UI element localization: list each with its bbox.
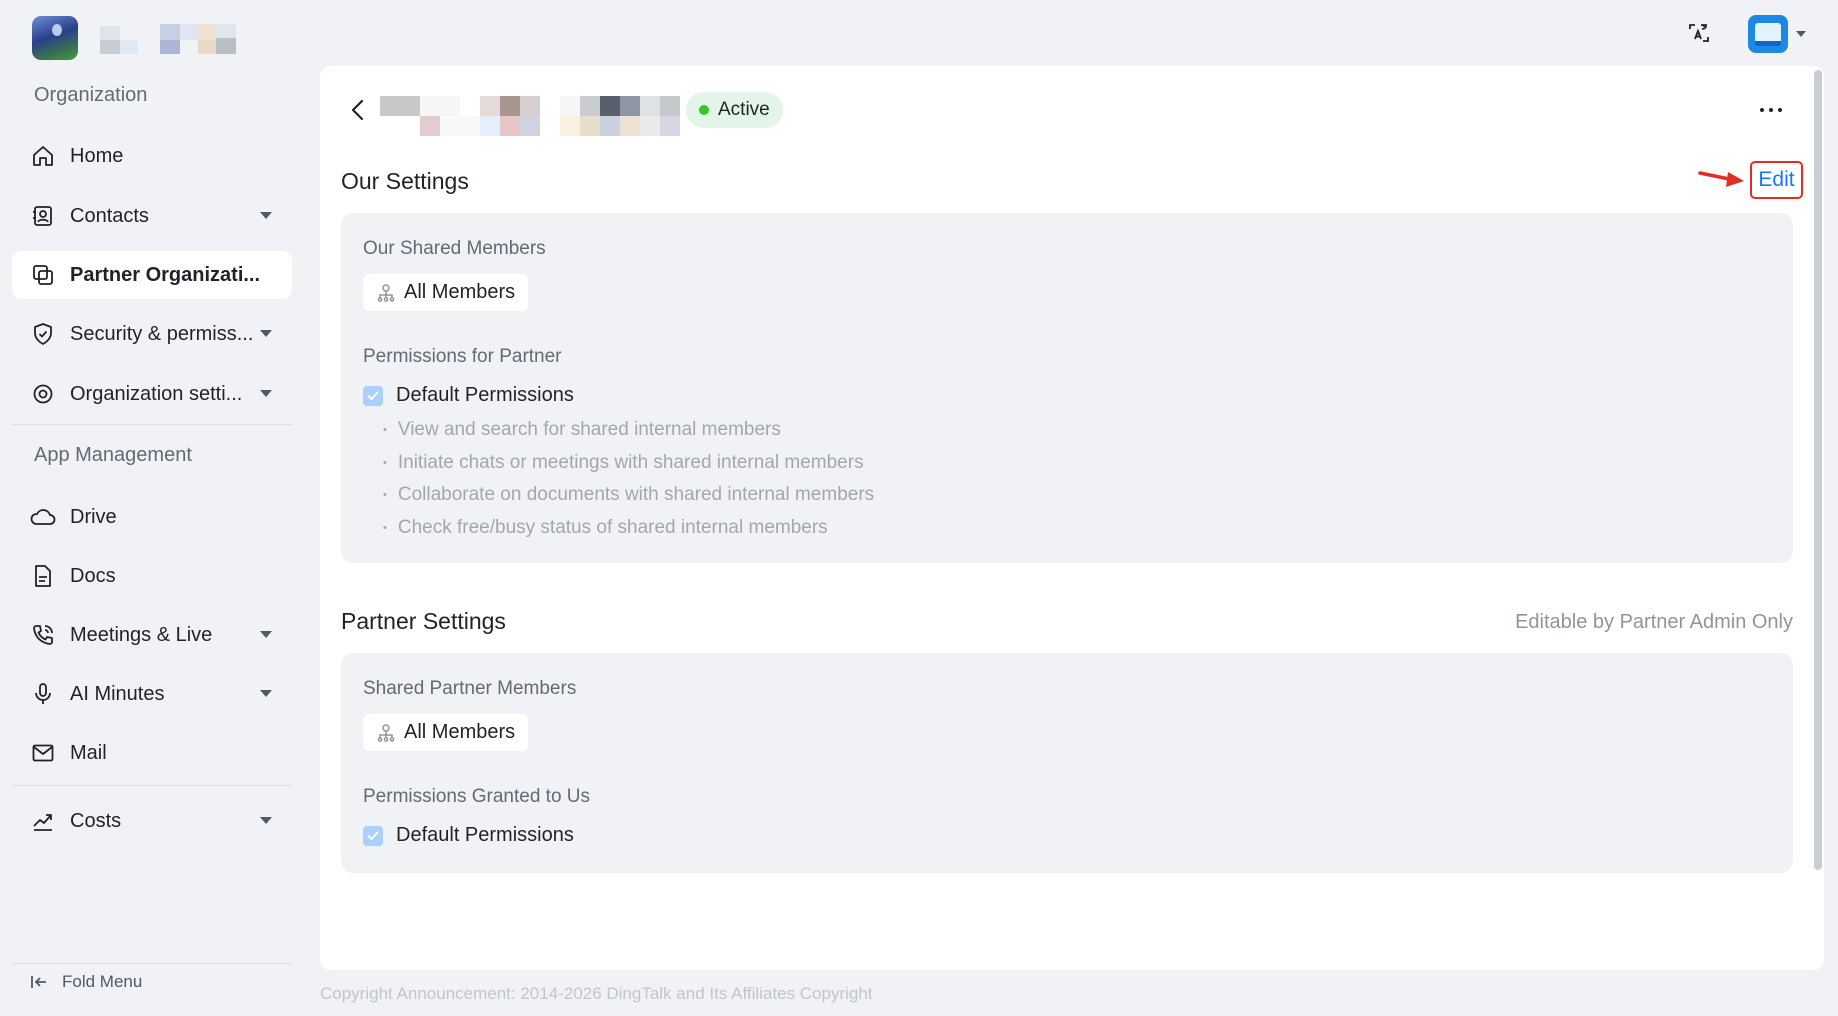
sidebar-item-partner-organizations[interactable]: Partner Organizati... [12, 251, 292, 299]
sidebar-item-organization-settings[interactable]: Organization setti... [12, 370, 292, 418]
translate-icon [1689, 24, 1709, 42]
home-icon [30, 143, 56, 169]
chevron-down-icon[interactable] [260, 390, 272, 397]
permission-item: Check free/busy status of shared interna… [383, 512, 874, 545]
chevron-down-icon[interactable] [260, 817, 272, 824]
sidebar-item-home[interactable]: Home [12, 132, 292, 180]
contacts-icon [30, 203, 56, 229]
partner-org-icon [30, 262, 56, 288]
sidebar-item-docs[interactable]: Docs [12, 552, 292, 600]
shared-partner-members-chip[interactable]: All Members [363, 714, 529, 751]
sidebar-item-label: Contacts [70, 204, 149, 227]
copyright-footer: Copyright Announcement: 2014-2026 DingTa… [320, 984, 873, 1003]
more-options-button[interactable] [1756, 98, 1786, 122]
avatar [1748, 15, 1788, 53]
status-label: Active [718, 99, 770, 120]
shared-partner-members-label: Shared Partner Members [363, 678, 577, 699]
user-avatar-menu[interactable] [1748, 14, 1818, 54]
sidebar-item-label: Meetings & Live [70, 623, 213, 646]
cloud-icon [30, 504, 56, 530]
sidebar-item-contacts[interactable]: Contacts [12, 192, 292, 240]
sidebar-item-label: Home [70, 144, 124, 167]
chevron-down-icon[interactable] [260, 212, 272, 219]
sidebar-section-app-management: App Management [34, 444, 192, 466]
partner-id-redacted [560, 96, 680, 136]
sidebar-divider [12, 963, 292, 964]
default-permissions-checkbox[interactable] [363, 385, 383, 406]
mail-icon [30, 740, 56, 766]
sidebar-item-drive[interactable]: Drive [12, 493, 292, 541]
partner-name-redacted [380, 96, 540, 136]
edit-button[interactable]: Edit [1750, 161, 1803, 199]
status-badge: Active [686, 92, 783, 128]
more-icon [1760, 108, 1764, 112]
granted-default-permissions-row: Default Permissions [363, 824, 574, 847]
org-members-icon [377, 283, 395, 302]
scrollbar[interactable] [1814, 70, 1822, 870]
collapse-icon [31, 976, 46, 988]
permissions-granted-label: Permissions Granted to Us [363, 786, 591, 807]
sidebar-item-label: Drive [70, 505, 117, 528]
sidebar-item-label: AI Minutes [70, 682, 165, 705]
sidebar-item-mail[interactable]: Mail [12, 729, 292, 777]
check-icon [367, 391, 379, 400]
chevron-down-icon [1796, 31, 1806, 37]
top-bar [0, 0, 1838, 70]
edit-label: Edit [1758, 168, 1795, 191]
default-permissions-row: Default Permissions [363, 384, 574, 407]
permission-item: Initiate chats or meetings with shared i… [383, 447, 874, 480]
sidebar-item-meetings-live[interactable]: Meetings & Live [12, 611, 292, 659]
sidebar-item-label: Security & permiss... [70, 322, 254, 345]
chevron-left-icon [351, 99, 364, 121]
sidebar-item-ai-minutes[interactable]: AI Minutes [12, 670, 292, 718]
fold-menu-label: Fold Menu [62, 972, 143, 991]
check-icon [367, 831, 379, 840]
permission-item: View and search for shared internal memb… [383, 414, 874, 447]
shared-partner-members-value: All Members [404, 721, 516, 743]
sidebar-item-label: Docs [70, 564, 116, 587]
trend-icon [30, 808, 56, 834]
our-shared-members-value: All Members [404, 281, 516, 303]
chevron-down-icon[interactable] [260, 631, 272, 638]
back-button[interactable] [344, 96, 372, 124]
permissions-for-partner-label: Permissions for Partner [363, 346, 562, 367]
org-members-icon [377, 723, 395, 742]
annotation-arrow-icon [1698, 171, 1744, 187]
doc-icon [30, 563, 56, 589]
permission-list: View and search for shared internal memb… [383, 414, 874, 544]
chevron-down-icon[interactable] [260, 690, 272, 697]
our-settings-card: Our Shared Members All Members Permissio… [341, 213, 1793, 563]
sidebar-divider [12, 424, 292, 425]
organization-name-redacted [96, 22, 246, 56]
sidebar-item-security[interactable]: Security & permiss... [12, 310, 292, 358]
organization-logo[interactable] [32, 16, 78, 60]
status-dot [699, 105, 709, 115]
fold-menu-button[interactable]: Fold Menu [30, 972, 142, 992]
chevron-down-icon[interactable] [260, 330, 272, 337]
settings-icon [30, 381, 56, 407]
partner-admin-note: Editable by Partner Admin Only [1515, 611, 1793, 633]
sidebar-item-label: Costs [70, 809, 122, 832]
partner-settings-title: Partner Settings [341, 608, 506, 634]
sidebar-divider [12, 785, 292, 786]
sidebar-item-label: Partner Organizati... [70, 263, 261, 286]
translate-button[interactable] [1684, 18, 1714, 48]
permission-item: Collaborate on documents with shared int… [383, 479, 874, 512]
meeting-icon [30, 622, 56, 648]
shield-icon [30, 321, 56, 347]
default-permissions-label: Default Permissions [396, 384, 574, 406]
our-shared-members-chip[interactable]: All Members [363, 274, 529, 311]
our-settings-title: Our Settings [341, 168, 469, 194]
sidebar-item-label: Mail [70, 741, 107, 764]
granted-default-permissions-label: Default Permissions [396, 824, 574, 846]
sidebar: Organization Home Contacts Partner Organ… [0, 70, 300, 1016]
mic-icon [30, 681, 56, 707]
granted-default-permissions-checkbox[interactable] [363, 825, 383, 846]
our-shared-members-label: Our Shared Members [363, 238, 546, 259]
sidebar-item-costs[interactable]: Costs [12, 797, 292, 845]
partner-settings-card: Shared Partner Members All Members Permi… [341, 653, 1793, 873]
sidebar-item-label: Organization setti... [70, 382, 243, 405]
sidebar-section-organization: Organization [34, 84, 148, 106]
